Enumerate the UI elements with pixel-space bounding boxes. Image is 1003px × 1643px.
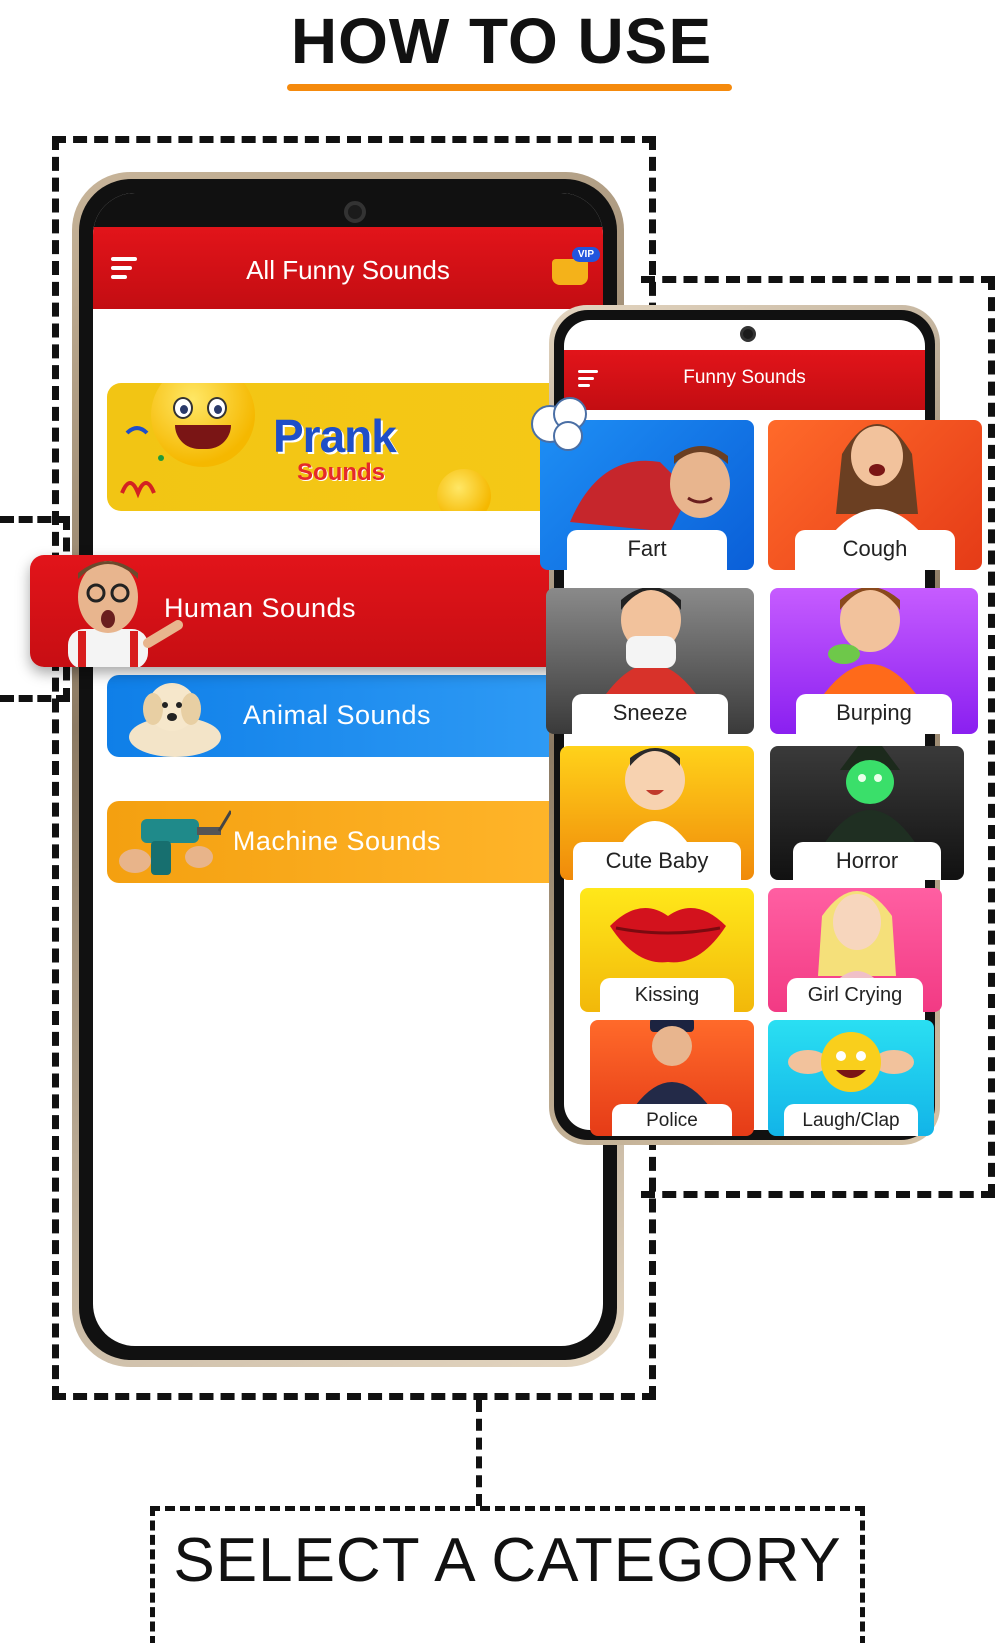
headline-underline: [287, 84, 732, 91]
witch-image: [820, 746, 920, 850]
tile-label: Sneeze: [572, 694, 728, 734]
tile-cute-baby[interactable]: Cute Baby: [560, 746, 754, 880]
tile-label: Fart: [567, 530, 727, 570]
tile-laugh-clap[interactable]: Laugh/Clap: [768, 1020, 934, 1136]
cute-baby-image: [620, 748, 690, 846]
burping-boy-image: [824, 588, 916, 694]
tile-label: Girl Crying: [787, 978, 923, 1012]
cough-woman-image: [832, 424, 922, 534]
sub-app-header: Funny Sounds: [564, 350, 925, 410]
police-image: [632, 1020, 712, 1110]
tile-burping[interactable]: Burping: [770, 588, 978, 734]
tile-label: Horror: [793, 842, 941, 880]
tile-police[interactable]: Police: [590, 1020, 754, 1136]
category-label: Machine Sounds: [232, 826, 442, 856]
tile-cough[interactable]: Cough: [768, 420, 982, 570]
lips-icon: [610, 908, 726, 963]
app-title: All Funny Sounds: [246, 255, 450, 285]
tile-label: Laugh/Clap: [784, 1104, 918, 1136]
app-header: All Funny Sounds VIP: [93, 227, 603, 309]
vip-badge: VIP: [571, 247, 600, 262]
dashed-connector: [476, 1400, 482, 1506]
laughing-clap-icon: [788, 1032, 914, 1092]
tile-girl-crying[interactable]: Girl Crying: [768, 888, 942, 1012]
vip-crown-icon[interactable]: VIP: [548, 247, 600, 287]
tile-label: Police: [612, 1104, 732, 1136]
category-label: Human Sounds: [163, 593, 357, 623]
tile-label: Cute Baby: [573, 842, 741, 880]
headline: HOW TO USE: [290, 5, 713, 77]
confetti-icon: [120, 426, 164, 499]
small-laughing-emoji-icon: [437, 469, 491, 511]
banner-subtitle: Sounds: [297, 459, 385, 486]
sneeze-boy-image: [606, 588, 696, 694]
banner-title: Prank: [273, 410, 397, 462]
sub-app-title: Funny Sounds: [683, 367, 806, 388]
main-screen: All Funny Sounds VIP Prank Sounds Animal…: [93, 193, 603, 1346]
prank-banner[interactable]: Prank Sounds: [107, 383, 567, 511]
camera-icon: [740, 326, 756, 342]
main-phone: All Funny Sounds VIP Prank Sounds Animal…: [72, 172, 624, 1367]
tile-label: Burping: [796, 694, 952, 734]
tile-sneeze[interactable]: Sneeze: [546, 588, 754, 734]
category-machine-sounds[interactable]: Machine Sounds: [107, 801, 567, 883]
select-category-label: SELECT A CATEGORY: [173, 1526, 842, 1595]
tile-label: Cough: [795, 530, 955, 570]
category-animal-sounds[interactable]: Animal Sounds: [107, 675, 567, 757]
crying-girl-image: [818, 891, 896, 986]
fart-cloud-icon: [531, 397, 587, 451]
tile-label: Kissing: [600, 978, 734, 1012]
camera-icon: [344, 201, 366, 223]
select-category-box: SELECT A CATEGORY: [150, 1506, 865, 1643]
tile-horror[interactable]: Horror: [770, 746, 964, 880]
category-human-sounds[interactable]: Human Sounds: [30, 555, 570, 667]
category-label: Animal Sounds: [242, 700, 432, 730]
tile-kissing[interactable]: Kissing: [580, 888, 754, 1012]
